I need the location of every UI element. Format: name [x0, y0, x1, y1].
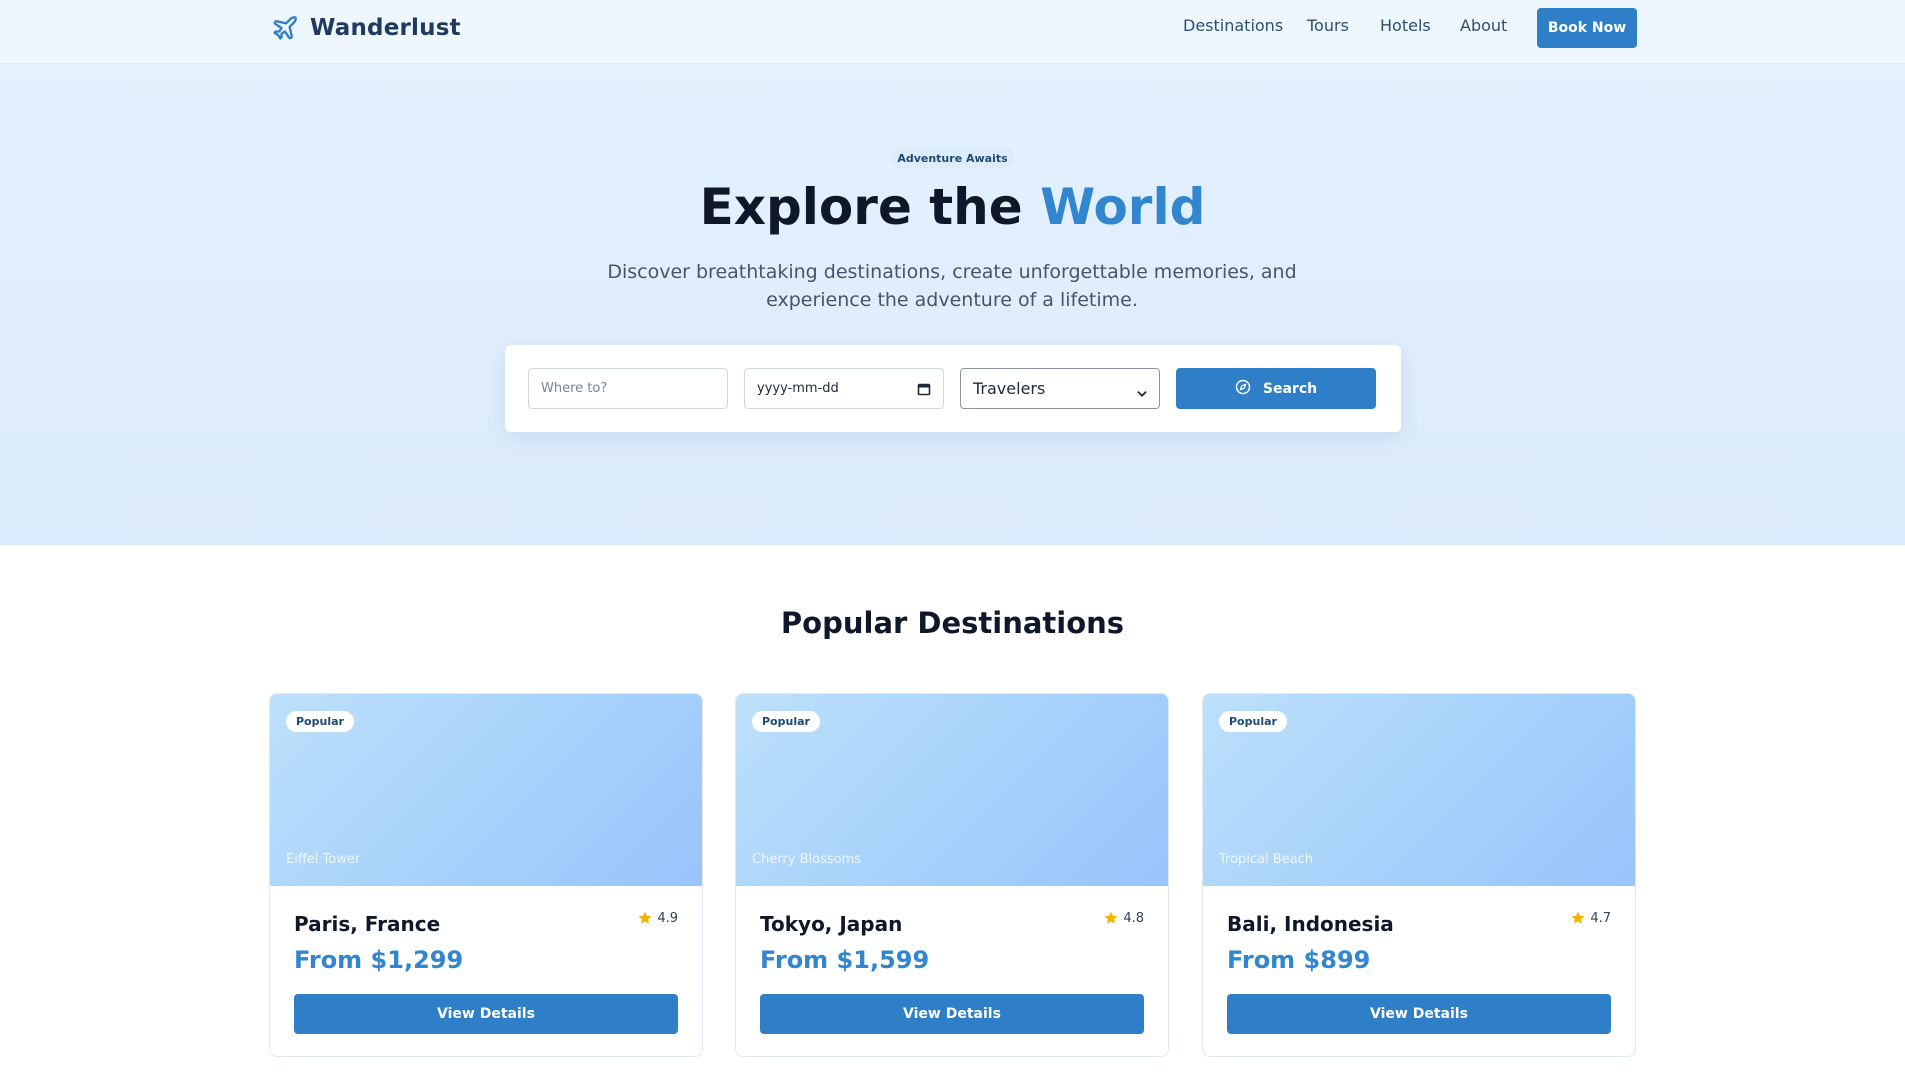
rating-value: 4.7 [1590, 910, 1611, 926]
destination-name: Tokyo, Japan [760, 912, 903, 936]
popular-badge: Popular [286, 711, 354, 732]
travelers-select[interactable]: Travelers [960, 368, 1160, 409]
destination-card-tokyo[interactable]: Popular Cherry Blossoms Tokyo, Japan 4.8… [735, 693, 1169, 1057]
nav-link-destinations[interactable]: Destinations [1183, 16, 1283, 35]
calendar-icon[interactable] [917, 382, 931, 396]
hero-title-accent: World [1040, 178, 1206, 236]
destination-name: Paris, France [294, 912, 441, 936]
search-button-label: Search [1262, 380, 1318, 397]
star-icon [1103, 910, 1119, 926]
destination-image: Popular Cherry Blossoms [736, 694, 1168, 886]
brand-name: Wanderlust [310, 15, 461, 41]
destination-image: Popular Tropical Beach [1203, 694, 1635, 886]
date-value: yyyy-mm-dd [757, 381, 839, 396]
hero-title-prefix: Explore the [699, 178, 1041, 236]
view-details-button[interactable]: View Details [760, 994, 1144, 1034]
destination-price: From $1,599 [760, 946, 930, 974]
nav-link-about[interactable]: About [1460, 16, 1507, 35]
destination-card-paris[interactable]: Popular Eiffel Tower Paris, France 4.9 F… [269, 693, 703, 1057]
destination-placeholder: Where to? [541, 381, 608, 396]
destination-price: From $1,299 [294, 946, 464, 974]
destination-input[interactable]: Where to? [528, 368, 728, 409]
rating: 4.9 [637, 910, 678, 926]
section-title: Popular Destinations [780, 606, 1125, 640]
hero-title: Explore the World [0, 178, 1905, 236]
popular-badge: Popular [752, 711, 820, 732]
travelers-value: Travelers [973, 379, 1046, 398]
search-button[interactable]: Search [1176, 368, 1376, 409]
book-now-button[interactable]: Book Now [1537, 8, 1637, 48]
hero-eyebrow-badge: Adventure Awaits [890, 147, 1015, 169]
view-details-button[interactable]: View Details [294, 994, 678, 1034]
star-icon [637, 910, 653, 926]
destination-image: Popular Eiffel Tower [270, 694, 702, 886]
destination-price: From $899 [1227, 946, 1371, 974]
plane-icon [270, 13, 300, 43]
compass-icon [1235, 379, 1251, 399]
destination-name: Bali, Indonesia [1227, 912, 1394, 936]
image-caption: Tropical Beach [1219, 852, 1314, 867]
site-header: Wanderlust Destinations Tours Hotels Abo… [0, 0, 1905, 64]
nav-link-tours[interactable]: Tours [1307, 16, 1349, 35]
rating-value: 4.8 [1123, 910, 1144, 926]
image-caption: Eiffel Tower [286, 852, 361, 867]
nav-link-hotels[interactable]: Hotels [1380, 16, 1431, 35]
chevron-down-icon [1137, 384, 1147, 397]
image-caption: Cherry Blossoms [752, 852, 862, 867]
star-icon [1570, 910, 1586, 926]
date-input[interactable]: yyyy-mm-dd [744, 368, 944, 409]
hero-subtitle: Discover breathtaking destinations, crea… [607, 261, 1297, 311]
rating-value: 4.9 [657, 910, 678, 926]
rating: 4.8 [1103, 910, 1144, 926]
destination-card-bali[interactable]: Popular Tropical Beach Bali, Indonesia 4… [1202, 693, 1636, 1057]
popular-badge: Popular [1219, 711, 1287, 732]
rating: 4.7 [1570, 910, 1611, 926]
search-panel: Where to? yyyy-mm-dd Travelers Search [505, 345, 1401, 432]
brand-logo[interactable]: Wanderlust [270, 12, 461, 44]
view-details-button[interactable]: View Details [1227, 994, 1611, 1034]
